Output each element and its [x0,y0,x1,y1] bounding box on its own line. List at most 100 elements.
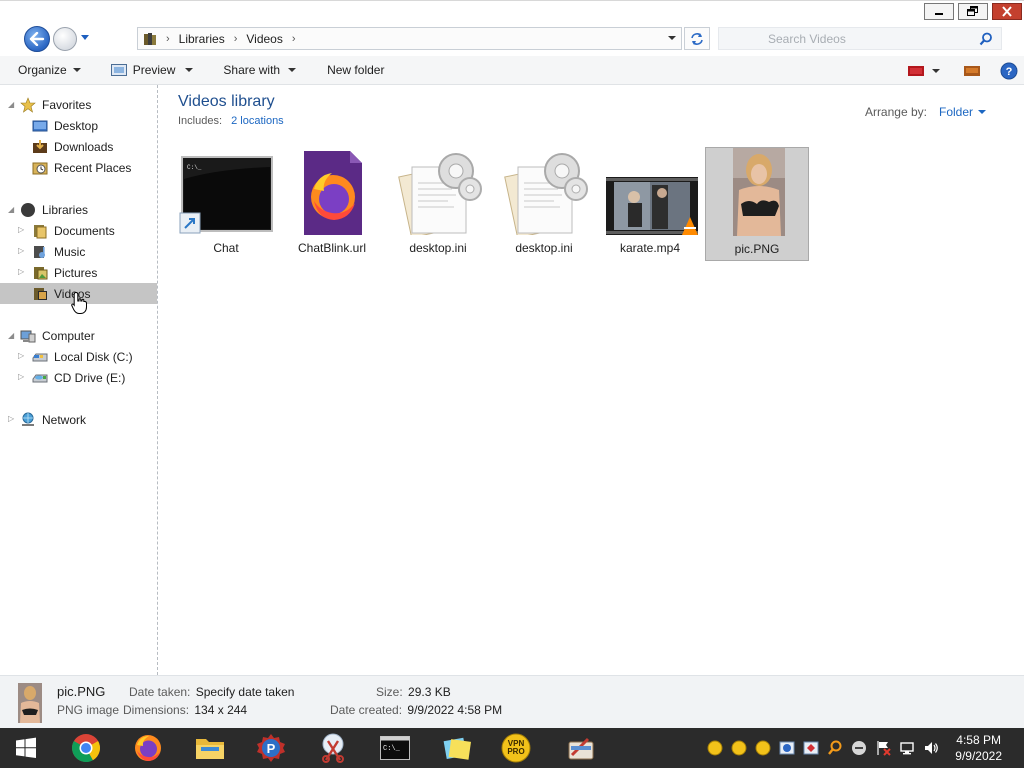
file-thumbnail [709,148,805,236]
file-item-pic-png[interactable]: pic.PNG [705,147,809,261]
taskbar-vpn-pro[interactable]: VPN PRO [500,733,532,763]
tray-vpn-2[interactable] [730,739,748,757]
date-taken-value[interactable]: Specify date taken [196,685,295,699]
details-dimensions: Dimensions: 134 x 244 [123,703,247,717]
settings-file-icon [398,153,482,235]
nav-desktop[interactable]: Desktop [32,115,98,136]
search-placeholder: Search Videos [768,31,846,46]
nav-local-disk[interactable]: ▷ Local Disk (C:) [18,346,133,367]
share-with-menu[interactable]: Share with [223,56,297,85]
refresh-button[interactable] [684,27,710,50]
tray-vpn-3[interactable] [754,739,772,757]
title-bar [0,0,1024,22]
preview-pane-button[interactable] [964,56,980,85]
preview-menu[interactable]: Preview [110,56,194,85]
change-view-button[interactable] [908,56,924,85]
expand-icon[interactable]: ▷ [18,351,24,360]
minimize-button[interactable] [924,3,954,20]
tray-minus[interactable] [850,739,868,757]
details-date-taken: Date taken: Specify date taken [129,685,294,699]
taskbar-chrome[interactable] [70,733,102,763]
address-history-dropdown-icon[interactable] [667,33,677,43]
command-bar: Organize Preview Share with New folder ? [0,56,1024,85]
nav-recent-places[interactable]: Recent Places [32,157,131,178]
back-button[interactable] [24,26,50,52]
file-item-chatblink-url[interactable]: ChatBlink.url [280,147,384,261]
search-icon[interactable] [979,32,993,46]
recent-places-icon [32,162,48,174]
view-controls: ? [908,56,1024,85]
help-button[interactable]: ? [1000,56,1018,85]
expand-icon[interactable]: ▷ [18,267,24,276]
restore-button[interactable] [958,3,988,20]
file-item-desktop-ini[interactable]: desktop.ini [386,147,490,261]
pictures-library-icon [34,266,48,279]
nav-network[interactable]: ▷ Network [8,409,86,430]
preview-label: Preview [132,63,176,77]
arrange-by-value[interactable]: Folder [939,105,973,119]
chevron-down-icon[interactable] [978,110,986,114]
collapse-icon[interactable]: ◢ [8,100,14,109]
size-label: Size: [376,685,403,699]
nav-documents[interactable]: ▷ Documents [18,220,115,241]
terminal-icon: C:\_ [380,736,410,760]
file-thumbnail [390,147,486,235]
collapse-icon[interactable]: ◢ [8,331,14,340]
taskbar-snipping-tool[interactable] [317,733,349,763]
taskbar-sticky-notes[interactable] [441,733,473,763]
taskbar-app-tool[interactable] [565,733,597,763]
nav-computer[interactable]: ◢ Computer [8,325,95,346]
address-bar[interactable]: › Libraries › Videos › [137,27,682,50]
nav-downloads[interactable]: Downloads [32,136,113,157]
breadcrumb-separator-icon[interactable]: › [292,33,296,45]
nav-favorites[interactable]: ◢ Favorites [8,94,91,115]
nav-pictures[interactable]: ▷ Pictures [18,262,97,283]
expand-icon[interactable]: ▷ [18,246,24,255]
nav-cd-drive[interactable]: ▷ CD Drive (E:) [18,367,125,388]
breadcrumb-libraries[interactable]: Libraries [179,32,225,46]
taskbar-command-prompt[interactable]: C:\_ [379,733,411,763]
minus-circle-icon [852,741,866,755]
collapse-icon[interactable]: ◢ [8,205,14,214]
tray-vpn-1[interactable] [706,739,724,757]
computer-icon [20,330,36,342]
taskbar-app-p[interactable]: P [255,733,287,763]
windows-logo-icon [16,737,36,758]
expand-icon[interactable]: ▷ [18,225,24,234]
libraries-icon [144,32,156,45]
breadcrumb-videos[interactable]: Videos [246,32,282,46]
magnifier-icon [828,740,842,755]
includes-locations-link[interactable]: 2 locations [231,115,284,127]
expand-icon[interactable]: ▷ [8,414,14,423]
libraries-icon [21,202,35,217]
tray-app-2[interactable] [802,739,820,757]
search-box[interactable]: Search Videos [718,27,1002,50]
more-views-dropdown[interactable] [932,56,940,85]
expand-icon[interactable]: ▷ [18,372,24,381]
close-button[interactable] [992,3,1022,20]
file-item-chat[interactable]: C:\_ Chat [174,147,278,261]
tray-network[interactable] [898,739,916,757]
tray-flag[interactable] [874,739,892,757]
nav-documents-label: Documents [54,223,115,238]
organize-menu[interactable]: Organize [18,56,81,85]
nav-music[interactable]: ▷ Music [18,241,85,262]
nav-desktop-label: Desktop [54,118,99,133]
tray-volume[interactable] [922,739,940,757]
taskbar-file-explorer[interactable] [194,733,226,763]
details-file-name: pic.PNG [57,684,106,699]
taskbar-firefox[interactable] [132,733,164,763]
recent-pages-dropdown-icon[interactable] [80,32,90,42]
new-folder-button[interactable]: New folder [327,56,384,85]
forward-button[interactable] [53,27,77,51]
clock[interactable]: 4:58 PM 9/9/2022 [955,732,1002,764]
start-button[interactable] [10,733,42,763]
file-item-desktop-ini-2[interactable]: desktop.ini [492,147,596,261]
tray-app-1[interactable] [778,739,796,757]
speaker-icon [925,742,938,754]
file-item-karate-mp4[interactable]: karate.mp4 [598,147,702,261]
nav-libraries[interactable]: ◢ Libraries [8,199,88,220]
nav-network-label: Network [42,412,87,427]
hard-drive-icon [32,353,48,361]
tray-search[interactable] [826,739,844,757]
